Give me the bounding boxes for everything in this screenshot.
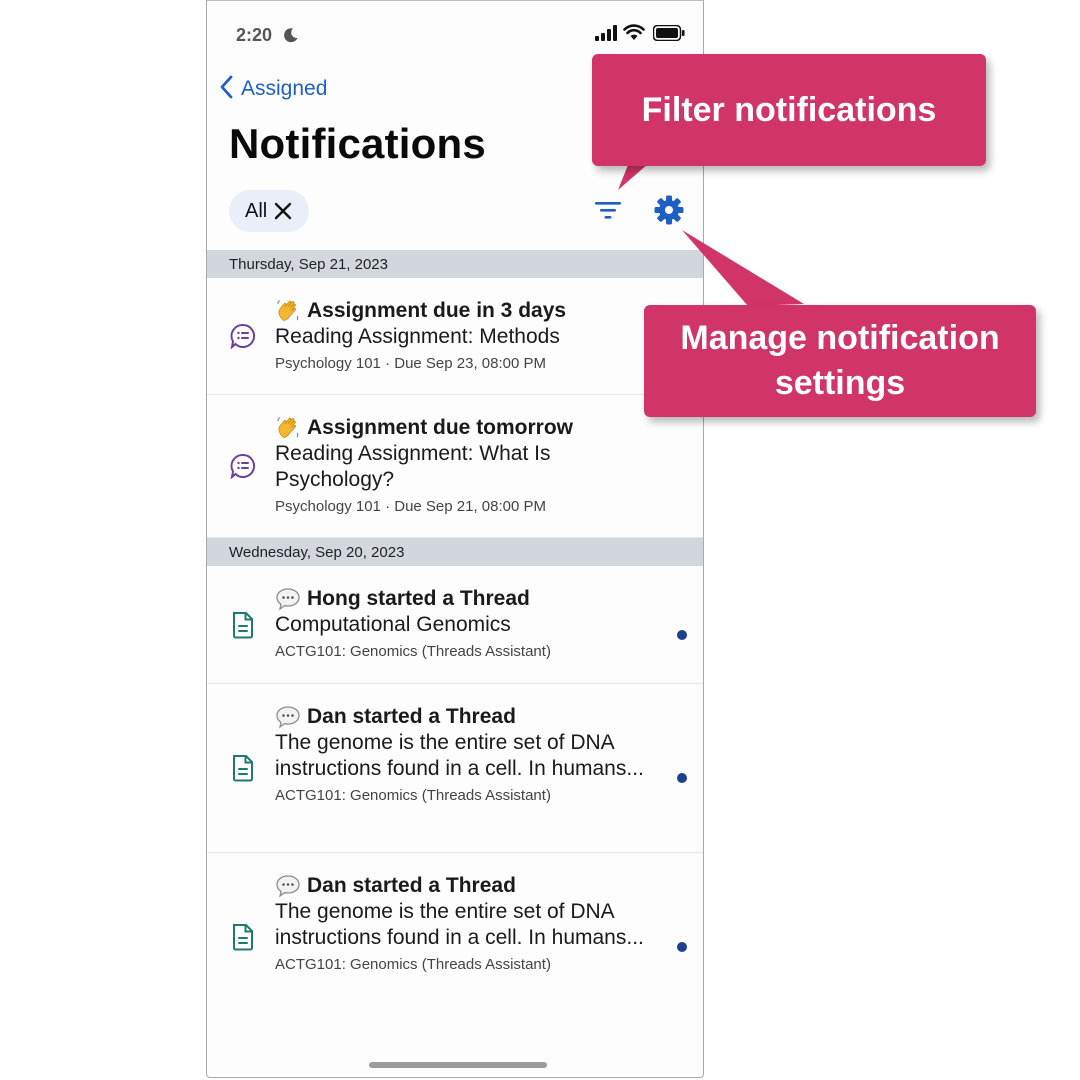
notification-settings-button[interactable] [652,195,686,229]
filter-button[interactable] [592,196,624,228]
notification-meta: ACTG101: Genomics (Threads Assistant) [275,643,551,660]
callout-pointer-settings [682,230,804,306]
home-indicator [369,1062,547,1068]
top-edge [207,0,703,1]
speech-bubble-icon [275,704,301,730]
document-icon [229,754,257,782]
callout-filter-notifications: Filter notifications [592,54,986,166]
notification-body: The genome is the entire set of DNA inst… [275,900,644,949]
notification-item[interactable]: Dan started a Thread The genome is the e… [207,853,703,1021]
filter-chip-all[interactable]: All [229,190,310,232]
notification-headline: Dan started a Thread [307,874,516,897]
notification-meta: Psychology 101 · Due Sep 21, 08:00 PM [275,498,546,515]
assignment-icon [229,322,257,350]
document-icon [229,611,257,639]
speech-bubble-icon [275,873,301,899]
back-button-label: Assigned [241,77,328,100]
notification-meta: ACTG101: Genomics (Threads Assistant) [275,787,551,804]
cellular-signal-icon [595,25,617,46]
notification-body: The genome is the entire set of DNA inst… [275,731,644,780]
wifi-icon [623,23,645,46]
notification-body: Computational Genomics [275,613,511,636]
unread-dot [677,942,687,952]
notification-meta: ACTG101: Genomics (Threads Assistant) [275,956,551,973]
unread-dot [677,630,687,640]
page-title: Notifications [229,120,486,167]
gear-icon [654,195,684,230]
unread-dot [677,773,687,783]
chevron-left-icon [219,75,233,104]
assignment-icon [229,452,257,480]
document-icon [229,923,257,951]
close-icon[interactable] [273,201,293,221]
date-header: Wednesday, Sep 20, 2023 [207,538,703,566]
notification-headline: Assignment due tomorrow [307,416,574,439]
battery-icon [652,24,685,46]
moon-icon [283,27,299,48]
notification-headline: Dan started a Thread [307,705,516,728]
callout-settings-text: Manage notification settings [680,319,1000,402]
notification-item[interactable]: Dan started a Thread The genome is the e… [207,684,703,853]
status-time: 2:20 [236,25,273,45]
wave-emoji-icon [275,415,301,441]
speech-bubble-icon [275,586,301,612]
notification-meta: Psychology 101 · Due Sep 23, 08:00 PM [275,355,546,372]
date-header: Thursday, Sep 21, 2023 [207,250,703,278]
callout-manage-settings: Manage notification settings [644,305,1036,417]
back-button[interactable]: Assigned [219,75,327,103]
callout-filter-text: Filter notifications [641,90,937,129]
notification-body: Reading Assignment: What Is Psychology? [275,442,551,491]
status-bar: 2:20 [207,22,703,50]
notification-item[interactable]: Hong started a Thread Computational Geno… [207,566,703,684]
filter-icon [594,199,622,226]
filter-chip-label: All [245,199,268,222]
notification-headline: Assignment due in 3 days [307,299,567,322]
notification-body: Reading Assignment: Methods [275,325,560,348]
notification-item[interactable]: Assignment due tomorrow Reading Assignme… [207,395,703,538]
notification-headline: Hong started a Thread [307,587,530,610]
notification-item[interactable]: Assignment due in 3 days Reading Assignm… [207,278,703,395]
wave-emoji-icon [275,298,301,324]
